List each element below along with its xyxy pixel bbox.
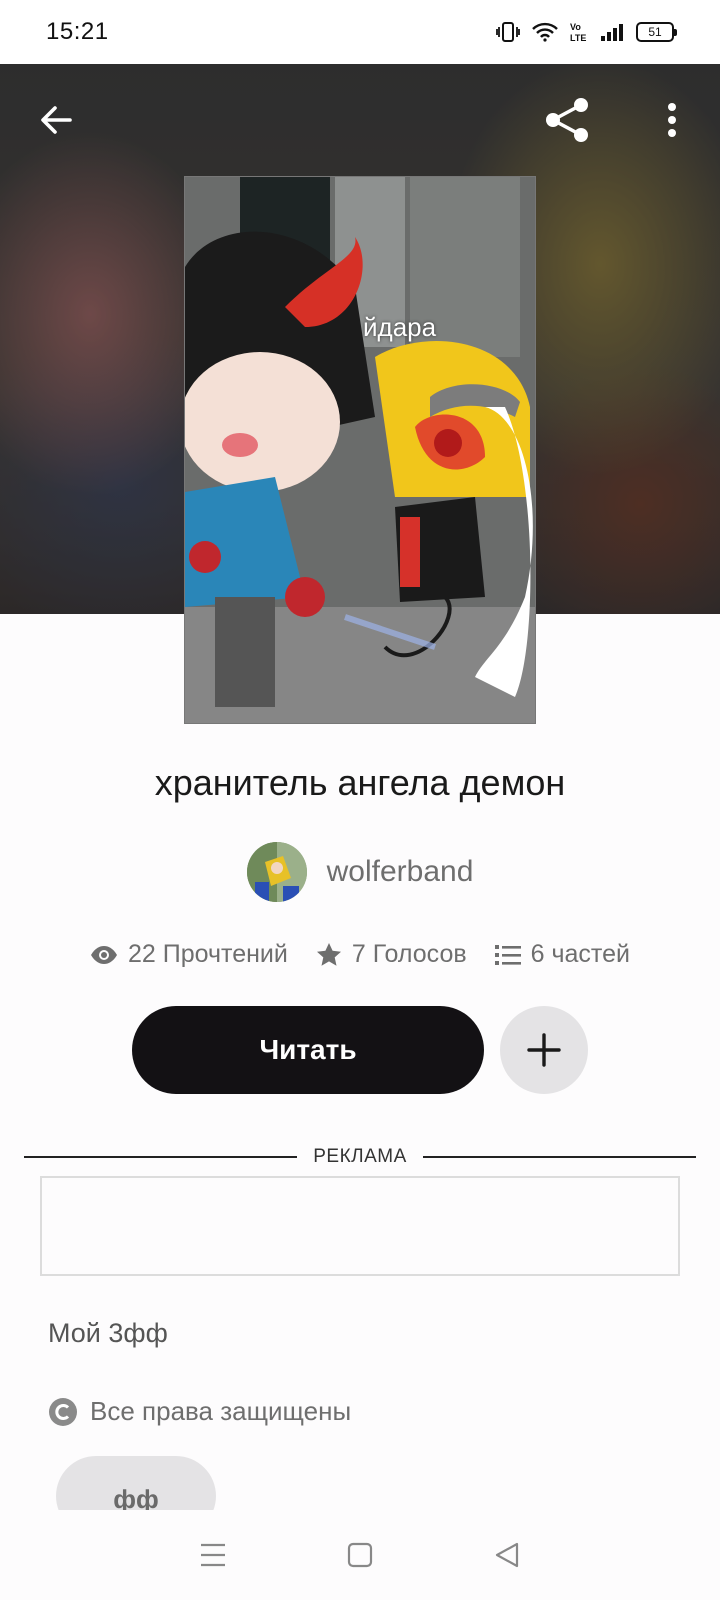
svg-text:Vo: Vo (570, 22, 581, 32)
story-title: хранитель ангела демон (154, 762, 566, 803)
back-arrow-icon (41, 106, 72, 134)
vibrate-icon (496, 21, 520, 43)
ad-divider-left (24, 1156, 298, 1158)
more-options-button[interactable] (650, 92, 694, 148)
share-icon (546, 98, 588, 142)
story-stats: 22 Прочтений 7 Голосов 6 частей (0, 940, 720, 969)
ad-header: РЕКЛАМА (24, 1146, 696, 1168)
add-to-library-button[interactable] (500, 1006, 588, 1094)
reads-stat: 22 Прочтений (90, 940, 288, 969)
system-back-button[interactable] (477, 1525, 537, 1585)
list-icon (494, 944, 521, 965)
author-name[interactable]: wolferband (327, 855, 474, 889)
avatar[interactable] (246, 842, 307, 902)
cover-artwork (185, 177, 535, 723)
parts-stat: 6 частей (494, 940, 630, 969)
reads-count: 22 Прочтений (128, 940, 288, 968)
copyright-icon (49, 1397, 77, 1426)
menu-icon (201, 1543, 226, 1567)
ad-slot[interactable] (40, 1176, 680, 1276)
ad-label: РЕКЛАМА (313, 1146, 407, 1167)
copyright-text: Все права защищены (90, 1396, 352, 1426)
story-description: Мой 3фф (48, 1318, 168, 1348)
back-triangle-icon (495, 1542, 518, 1568)
plus-icon (527, 1033, 561, 1067)
status-icons: Vo LTE 51 (496, 21, 677, 43)
recent-apps-button[interactable] (183, 1525, 243, 1585)
wifi-icon (532, 22, 558, 42)
home-square-icon (347, 1542, 373, 1568)
ad-divider-right (422, 1156, 696, 1158)
volte-icon: Vo LTE (570, 21, 588, 43)
share-button[interactable] (538, 90, 598, 150)
home-button[interactable] (330, 1525, 390, 1585)
star-icon (316, 942, 341, 966)
author-row[interactable]: wolferband (0, 842, 720, 902)
cover-caption: йдара (363, 312, 437, 342)
parts-count: 6 частей (530, 940, 630, 968)
eye-icon (91, 945, 118, 964)
back-button[interactable] (28, 92, 84, 148)
votes-stat: 7 Голосов (316, 940, 467, 969)
avatar-image (246, 842, 307, 902)
copyright-row: Все права защищены (48, 1396, 351, 1427)
svg-text:LTE: LTE (570, 33, 586, 43)
status-bar: 15:21 Vo LTE 51 (0, 0, 720, 64)
more-vertical-icon (668, 103, 676, 137)
status-time: 15:21 (46, 18, 109, 45)
cover-image[interactable]: йдара (184, 176, 536, 724)
battery-icon: 51 (636, 22, 677, 42)
votes-count: 7 Голосов (351, 940, 467, 968)
system-nav-bar (0, 1510, 720, 1600)
read-button[interactable]: Читать (132, 1006, 484, 1094)
signal-icon (600, 22, 624, 42)
